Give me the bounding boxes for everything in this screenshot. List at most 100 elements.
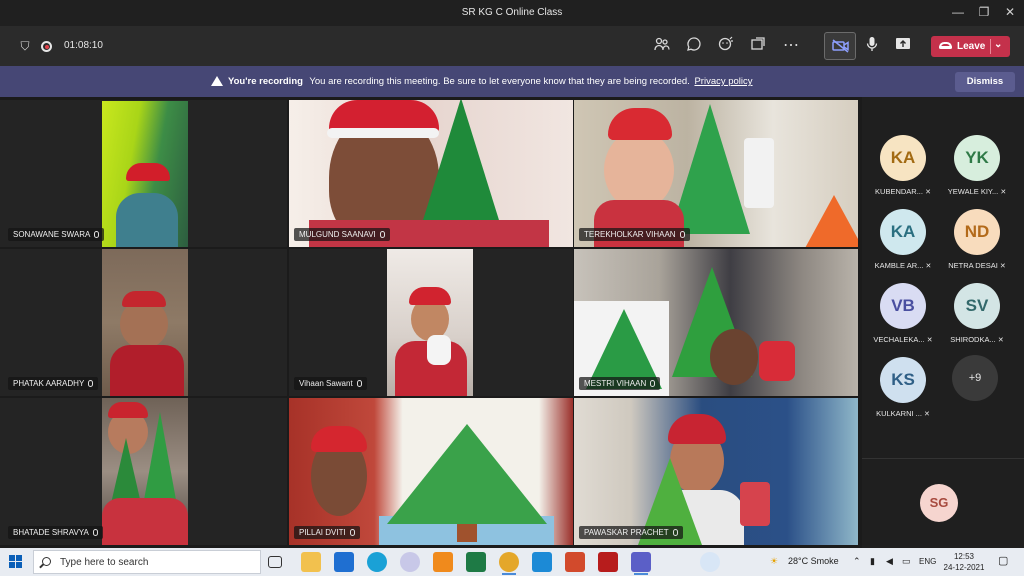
microphone-icon[interactable]: [862, 36, 882, 56]
privacy-policy-link[interactable]: Privacy policy: [694, 76, 752, 87]
video-tile[interactable]: MESTRI VIHAAN: [574, 249, 858, 396]
task-view-icon[interactable]: [268, 556, 282, 568]
banner-title: You're recording: [228, 76, 303, 87]
help-icon[interactable]: [700, 552, 720, 572]
share-screen-icon[interactable]: [893, 36, 913, 56]
chevron-down-icon[interactable]: ⌄: [994, 39, 1002, 50]
language-indicator[interactable]: ENG: [919, 557, 936, 566]
camera-toggle-button[interactable]: [824, 32, 856, 60]
mic-off-icon: ✕: [924, 411, 930, 418]
video-tile[interactable]: SONAWANE SWARA: [0, 100, 287, 247]
more-actions-icon[interactable]: ⋯: [781, 36, 801, 56]
video-tile[interactable]: PAWASKAR PRACHET: [574, 398, 858, 545]
mic-off-icon: ✕: [997, 337, 1004, 344]
participant-name: VECHALEKA... ✕: [873, 335, 933, 344]
mic-off-icon: [356, 380, 362, 387]
video-feed: [102, 249, 188, 396]
roster-divider: [862, 458, 1024, 459]
recording-banner: You're recording You are recording this …: [0, 66, 1024, 97]
hang-up-icon: [939, 42, 952, 49]
mic-off-icon: [679, 231, 685, 238]
participant-name-tag: TEREKHOLKAR VIHAAN: [579, 228, 690, 241]
video-feed: [102, 398, 188, 545]
file-explorer-icon[interactable]: [301, 552, 321, 572]
participant-name: YEWALE KIY... ✕: [947, 187, 1007, 196]
participant-name-tag: PILLAI DVITI: [294, 526, 360, 539]
meeting-timer: 01:08:10: [64, 40, 103, 51]
participant-name-tag: PAWASKAR PRACHET: [579, 526, 683, 539]
action-center-icon[interactable]: ▢: [998, 554, 1008, 567]
more-participants-button[interactable]: +9: [952, 355, 998, 401]
vlc-icon[interactable]: [433, 552, 453, 572]
search-placeholder: Type here to search: [60, 557, 149, 568]
banner-text: You are recording this meeting. Be sure …: [309, 76, 690, 87]
excel-icon[interactable]: [466, 552, 486, 572]
participant-avatar[interactable]: KS: [880, 357, 926, 403]
video-tile[interactable]: TEREKHOLKAR VIHAAN: [574, 100, 858, 247]
mic-off-icon: ✕: [1000, 189, 1007, 196]
reactions-icon[interactable]: [716, 36, 736, 56]
weather-text[interactable]: 28°C Smoke: [788, 556, 839, 566]
mic-off-icon: ✕: [999, 263, 1006, 270]
maximize-icon[interactable]: ❐: [977, 5, 991, 19]
recording-icon: [41, 41, 52, 52]
camera-off-icon: [832, 39, 849, 53]
participant-avatar[interactable]: KA: [880, 209, 926, 255]
window-title: SR KG C Online Class: [461, 7, 563, 18]
leave-divider: [990, 39, 991, 54]
mic-off-icon: ✕: [925, 263, 932, 270]
warning-icon: [211, 76, 223, 86]
participant-name-tag: Vihaan Sawant: [294, 377, 367, 390]
mcafee-icon[interactable]: [598, 552, 618, 572]
notification-tray-icon[interactable]: ▭: [902, 556, 911, 567]
chevron-up-icon[interactable]: ⌃: [853, 556, 861, 567]
participant-avatar[interactable]: ND: [954, 209, 1000, 255]
participant-avatar[interactable]: YK: [954, 135, 1000, 181]
self-avatar[interactable]: SG: [920, 484, 958, 522]
mic-off-icon: [92, 529, 98, 536]
participant-avatar[interactable]: KA: [880, 135, 926, 181]
participant-name-tag: MULGUND SAANAVI: [294, 228, 390, 241]
video-tile[interactable]: BHATADE SHRAVYA: [0, 398, 287, 545]
taskbar-search[interactable]: Type here to search: [33, 550, 261, 574]
participant-name: KUBENDAR... ✕: [875, 187, 931, 196]
video-feed: [574, 249, 858, 396]
mic-off-icon: ✕: [925, 189, 931, 196]
participant-name: KULKARNI ... ✕: [876, 409, 930, 418]
teams-icon[interactable]: [631, 552, 651, 575]
video-tile[interactable]: MULGUND SAANAVI: [289, 100, 573, 247]
video-feed: [387, 249, 473, 396]
participants-icon[interactable]: [652, 36, 672, 56]
paint-icon[interactable]: [400, 552, 420, 572]
video-feed: [289, 398, 573, 545]
system-clock[interactable]: 12:53 24-12-2021: [938, 551, 990, 573]
leave-label: Leave: [957, 41, 986, 52]
video-tile[interactable]: PHATAK AARADHY: [0, 249, 287, 396]
minimize-icon[interactable]: —: [951, 5, 965, 19]
participant-avatar[interactable]: SV: [954, 283, 1000, 329]
video-grid: SONAWANE SWARA MULGUND SAANAVI TEREKHOLK…: [0, 97, 862, 548]
chrome-icon[interactable]: [499, 552, 519, 575]
rooms-icon[interactable]: [748, 36, 768, 56]
participant-avatar[interactable]: VB: [880, 283, 926, 329]
shield-icon[interactable]: ⛉: [15, 36, 35, 56]
powerpoint-icon[interactable]: [565, 552, 585, 572]
leave-button[interactable]: Leave ⌄: [931, 36, 1010, 57]
video-tile[interactable]: PILLAI DVITI: [289, 398, 573, 545]
edge-icon[interactable]: [367, 552, 387, 572]
dismiss-button[interactable]: Dismiss: [955, 72, 1015, 92]
mic-off-icon: [379, 231, 385, 238]
video-tile[interactable]: Vihaan Sawant: [289, 249, 573, 396]
close-icon[interactable]: ✕: [1003, 5, 1017, 19]
windows-taskbar: Type here to search ☀ 28°C Smoke ⌃ ▮ ◀ ▭…: [0, 548, 1024, 576]
network-icon[interactable]: ▮: [870, 556, 875, 567]
video-feed: [574, 100, 858, 247]
video-feed: [574, 398, 858, 545]
clock-time: 12:53: [953, 552, 975, 561]
windows-start-icon[interactable]: [9, 555, 23, 569]
volume-icon[interactable]: ◀: [886, 556, 893, 567]
mail-icon[interactable]: [334, 552, 354, 572]
app-icon[interactable]: [532, 552, 552, 572]
banner-message: You're recording You are recording this …: [228, 76, 753, 87]
chat-icon[interactable]: [684, 36, 704, 56]
